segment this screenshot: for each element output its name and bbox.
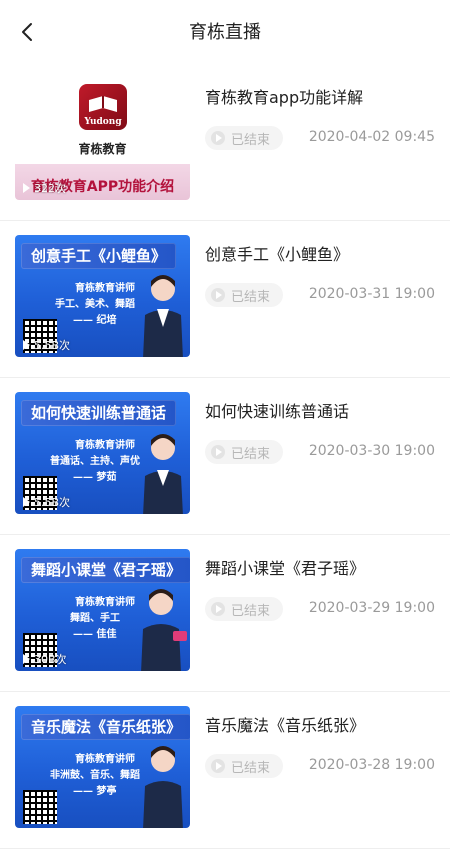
- thumbnail-line-3: —— 佳佳: [73, 629, 117, 640]
- item-title[interactable]: 如何快速训练普通话: [205, 398, 435, 422]
- play-icon: [23, 183, 30, 193]
- presenter-image: [143, 434, 183, 514]
- view-count: 30B次: [23, 651, 67, 667]
- item-time: 2020-03-29 19:00: [308, 600, 435, 616]
- item-title[interactable]: 舞蹈小课堂《君子瑶》: [205, 555, 435, 579]
- view-count-text: 5.5B次: [34, 339, 71, 352]
- presenter-image: [141, 589, 187, 671]
- play-circle-icon: [211, 602, 225, 616]
- status-row: 已结束 2020-03-28 19:00: [205, 754, 435, 780]
- view-count-text: 30B次: [34, 653, 67, 666]
- play-icon: [23, 654, 30, 664]
- play-circle-icon: [211, 759, 225, 773]
- list-item[interactable]: 音乐魔法《音乐纸张》 育栋教育讲师 非洲鼓、音乐、舞蹈 —— 梦亭 音乐魔法《音…: [0, 692, 450, 849]
- item-title[interactable]: 创意手工《小鲤鱼》: [205, 241, 435, 265]
- play-circle-icon: [211, 288, 225, 302]
- item-info: 音乐魔法《音乐纸张》 已结束 2020-03-28 19:00: [205, 712, 435, 778]
- thumbnail-banner: 音乐魔法《音乐纸张》: [21, 714, 190, 740]
- status-row: 已结束 2020-04-02 09:45: [205, 126, 435, 152]
- view-count: 5.5B次: [23, 337, 70, 353]
- page-title: 育栋直播: [189, 22, 261, 43]
- status-badge: 已结束: [205, 440, 283, 464]
- item-info: 育栋教育app功能详解 已结束 2020-04-02 09:45: [205, 84, 435, 150]
- play-icon: [23, 497, 30, 507]
- status-badge: 已结束: [205, 283, 283, 307]
- status-text: 已结束: [231, 132, 271, 148]
- brand-text: 育栋教育: [78, 142, 127, 156]
- item-title[interactable]: 育栋教育app功能详解: [205, 84, 435, 108]
- item-time: 2020-03-30 19:00: [308, 443, 435, 459]
- thumbnail-line-3: —— 梦茹: [73, 472, 117, 483]
- view-count: 322次: [23, 180, 66, 196]
- play-circle-icon: [211, 131, 225, 145]
- video-thumbnail[interactable]: Yudong 育栋教育 育栋教育APP功能介绍 322次: [15, 78, 190, 200]
- status-text: 已结束: [231, 289, 271, 305]
- thumbnail-banner: 如何快速训练普通话: [21, 400, 177, 426]
- play-circle-icon: [211, 445, 225, 459]
- item-info: 如何快速训练普通话 已结束 2020-03-30 19:00: [205, 398, 435, 464]
- status-row: 已结束 2020-03-29 19:00: [205, 597, 435, 623]
- play-icon: [23, 340, 30, 350]
- status-badge: 已结束: [205, 754, 283, 778]
- status-text: 已结束: [231, 760, 271, 776]
- status-text: 已结束: [231, 446, 271, 462]
- item-info: 创意手工《小鲤鱼》 已结束 2020-03-31 19:00: [205, 241, 435, 307]
- presenter-image: [143, 746, 183, 828]
- qr-code: [23, 790, 57, 824]
- item-title[interactable]: 音乐魔法《音乐纸张》: [205, 712, 435, 736]
- video-thumbnail[interactable]: 舞蹈小课堂《君子瑶》 育栋教育讲师 舞蹈、手工 —— 佳佳 30B次: [15, 549, 190, 671]
- thumbnail-line-3: —— 纪培: [73, 315, 117, 326]
- item-time: 2020-03-28 19:00: [308, 757, 435, 773]
- book-icon: Yudong: [83, 96, 122, 127]
- logo-text: Yudong: [83, 117, 122, 127]
- logo-mark: Yudong: [79, 84, 127, 130]
- item-time: 2020-04-02 09:45: [308, 129, 435, 145]
- status-row: 已结束 2020-03-31 19:00: [205, 283, 435, 309]
- status-badge: 已结束: [205, 126, 283, 150]
- item-info: 舞蹈小课堂《君子瑶》 已结束 2020-03-29 19:00: [205, 555, 435, 621]
- view-count: 5.5B次: [23, 494, 70, 510]
- live-list: Yudong 育栋教育 育栋教育APP功能介绍 322次 育栋教育app功能详解…: [0, 64, 450, 849]
- list-item[interactable]: 舞蹈小课堂《君子瑶》 育栋教育讲师 舞蹈、手工 —— 佳佳 30B次 舞蹈小课堂…: [0, 535, 450, 692]
- video-thumbnail[interactable]: 如何快速训练普通话 育栋教育讲师 普通话、主持、声优 —— 梦茹 5.5B次: [15, 392, 190, 514]
- view-count-text: 5.5B次: [34, 496, 71, 509]
- view-count-text: 322次: [34, 182, 66, 195]
- item-time: 2020-03-31 19:00: [308, 286, 435, 302]
- video-thumbnail[interactable]: 创意手工《小鲤鱼》 育栋教育讲师 手工、美术、舞蹈 —— 纪培 5.5B次: [15, 235, 190, 357]
- app-header: 育栋直播: [0, 0, 450, 64]
- thumbnail-banner: 创意手工《小鲤鱼》: [21, 243, 177, 269]
- thumbnail-line-3: —— 梦亭: [73, 786, 117, 797]
- status-row: 已结束 2020-03-30 19:00: [205, 440, 435, 466]
- thumbnail-banner: 舞蹈小课堂《君子瑶》: [21, 557, 190, 583]
- video-thumbnail[interactable]: 音乐魔法《音乐纸张》 育栋教育讲师 非洲鼓、音乐、舞蹈 —— 梦亭: [15, 706, 190, 828]
- list-item[interactable]: Yudong 育栋教育 育栋教育APP功能介绍 322次 育栋教育app功能详解…: [0, 64, 450, 221]
- status-badge: 已结束: [205, 597, 283, 621]
- status-text: 已结束: [231, 603, 271, 619]
- list-item[interactable]: 创意手工《小鲤鱼》 育栋教育讲师 手工、美术、舞蹈 —— 纪培 5.5B次 创意…: [0, 221, 450, 378]
- presenter-image: [143, 275, 183, 357]
- list-item[interactable]: 如何快速训练普通话 育栋教育讲师 普通话、主持、声优 —— 梦茹 5.5B次 如…: [0, 378, 450, 535]
